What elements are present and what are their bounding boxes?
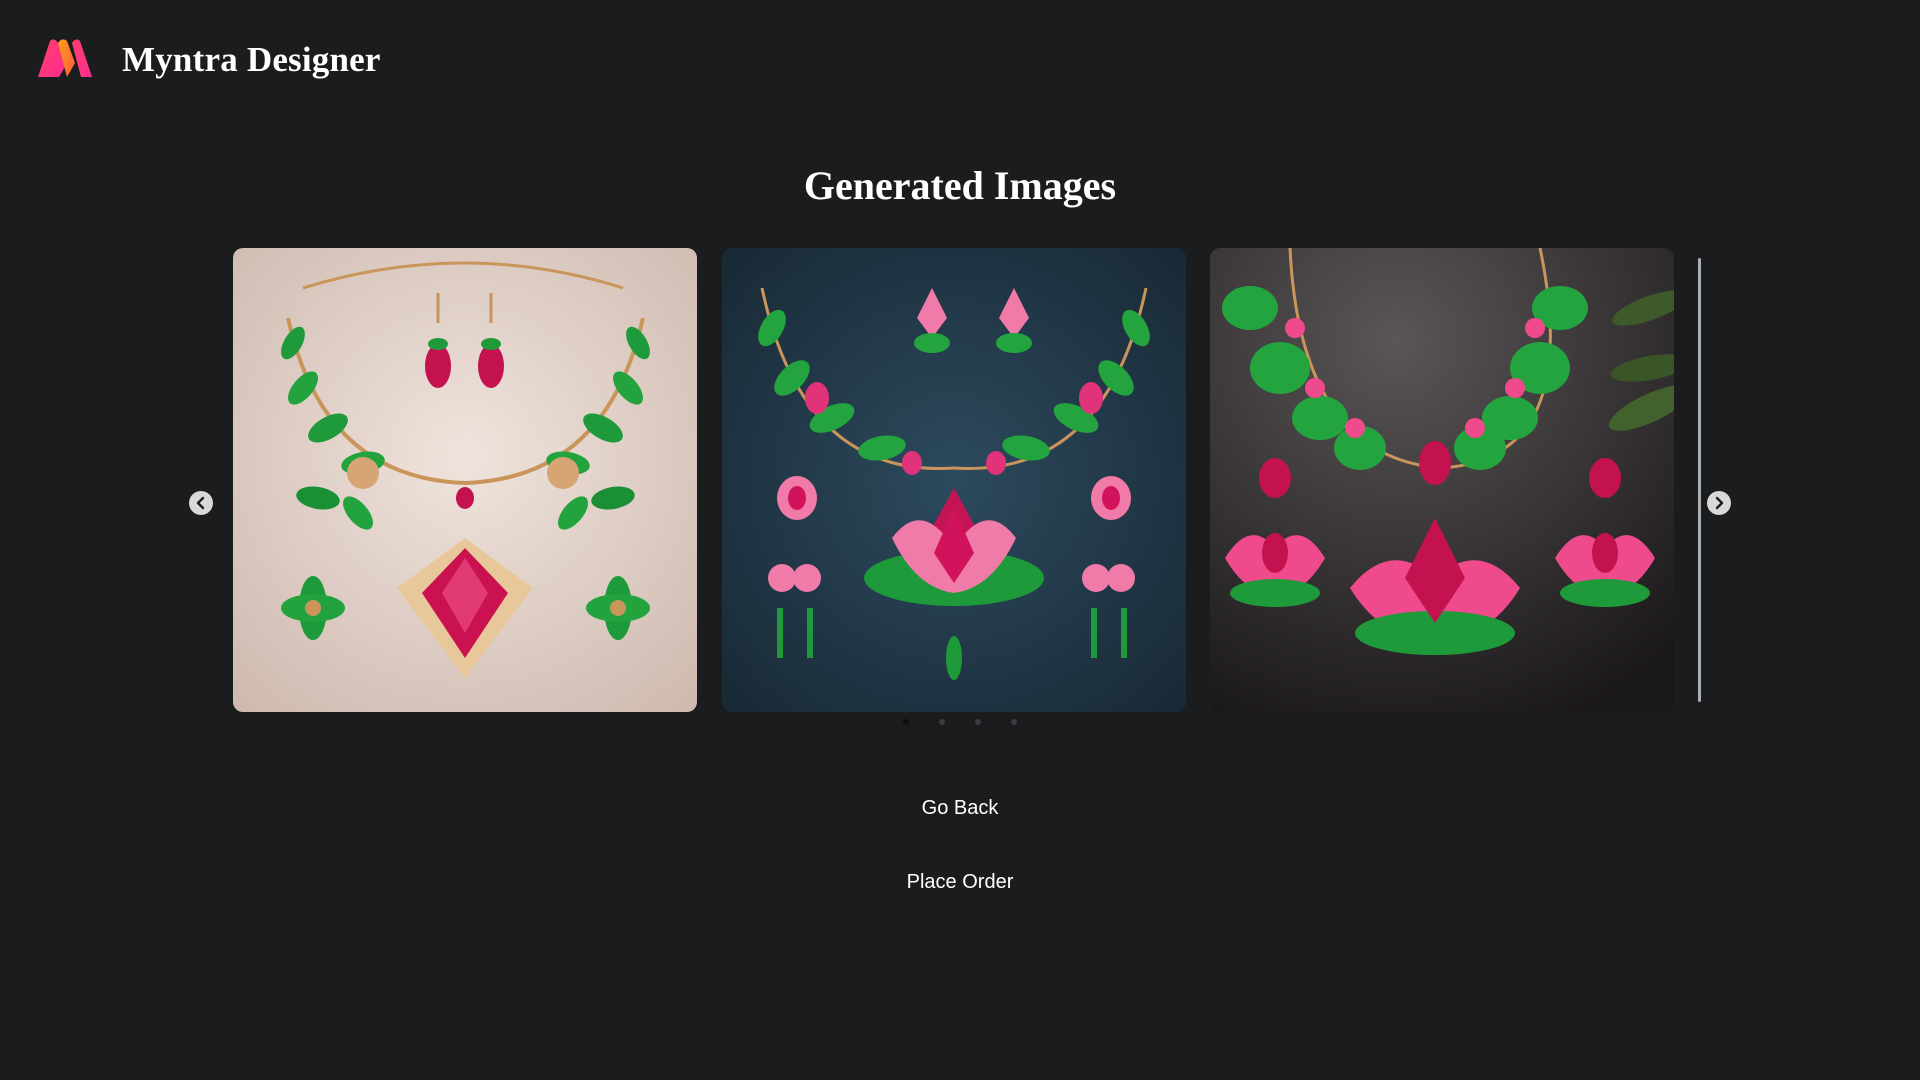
- image-carousel: [0, 248, 1920, 738]
- place-order-button[interactable]: Place Order: [0, 871, 1920, 894]
- chevron-right-icon: [1715, 496, 1724, 510]
- jewelry-image-1: [233, 248, 697, 712]
- brand-title: Myntra Designer: [122, 40, 381, 79]
- generated-image-2[interactable]: [722, 248, 1186, 712]
- carousel-dot-4[interactable]: [1011, 719, 1017, 725]
- carousel-dot-3[interactable]: [975, 719, 981, 725]
- carousel-dot-1[interactable]: [903, 719, 909, 725]
- next-slide-peek: [1698, 258, 1701, 702]
- jewelry-image-2: [722, 248, 1186, 712]
- go-back-button[interactable]: Go Back: [0, 797, 1920, 820]
- carousel-next-button[interactable]: [1707, 491, 1731, 515]
- header: Myntra Designer: [36, 36, 381, 84]
- chevron-left-icon: [196, 496, 205, 510]
- carousel-pagination: [0, 719, 1920, 725]
- generated-image-3[interactable]: [1210, 248, 1674, 712]
- jewelry-image-3: [1210, 248, 1674, 712]
- carousel-prev-button[interactable]: [189, 491, 213, 515]
- generated-image-1[interactable]: [233, 248, 697, 712]
- myntra-m-logo-icon[interactable]: [36, 37, 94, 83]
- page-title: Generated Images: [803, 163, 1117, 208]
- carousel-dot-2[interactable]: [939, 719, 945, 725]
